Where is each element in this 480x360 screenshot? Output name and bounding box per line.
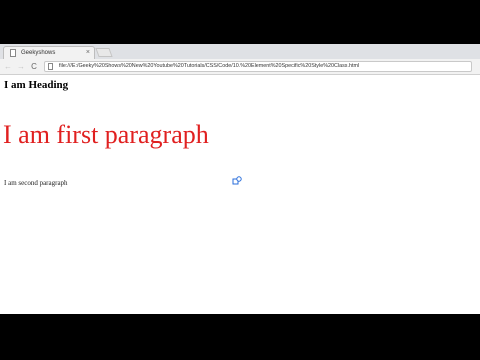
back-arrow-icon[interactable]: ← [3,61,13,72]
page-icon [10,49,16,57]
page-icon [48,63,53,70]
browser-toolbar: ← → C file:///E:/Geeky%20Shows%20New%20Y… [0,59,480,75]
tab-title: Geekyshows [21,50,56,56]
video-letterbox-top [0,0,480,44]
tab-strip: Geekyshows × [0,44,480,59]
page-content: I am Heading I am first paragraph I am s… [0,75,480,314]
move-cursor-icon [232,176,242,185]
new-tab-button[interactable] [95,48,113,57]
first-paragraph: I am first paragraph [3,120,209,149]
url-text: file:///E:/Geeky%20Shows%20New%20Youtube… [59,63,360,69]
forward-arrow-icon[interactable]: → [16,61,26,72]
close-icon[interactable]: × [86,48,90,58]
reload-icon[interactable]: C [29,61,39,72]
page-heading: I am Heading [4,79,69,91]
browser-window: Geekyshows × ← → C file:///E:/Geeky%20Sh… [0,44,480,314]
address-bar[interactable]: file:///E:/Geeky%20Shows%20New%20Youtube… [44,61,472,72]
tab-geekyshows[interactable]: Geekyshows × [3,46,95,59]
second-paragraph: I am second paragraph [4,179,68,187]
video-letterbox-bottom [0,314,480,360]
